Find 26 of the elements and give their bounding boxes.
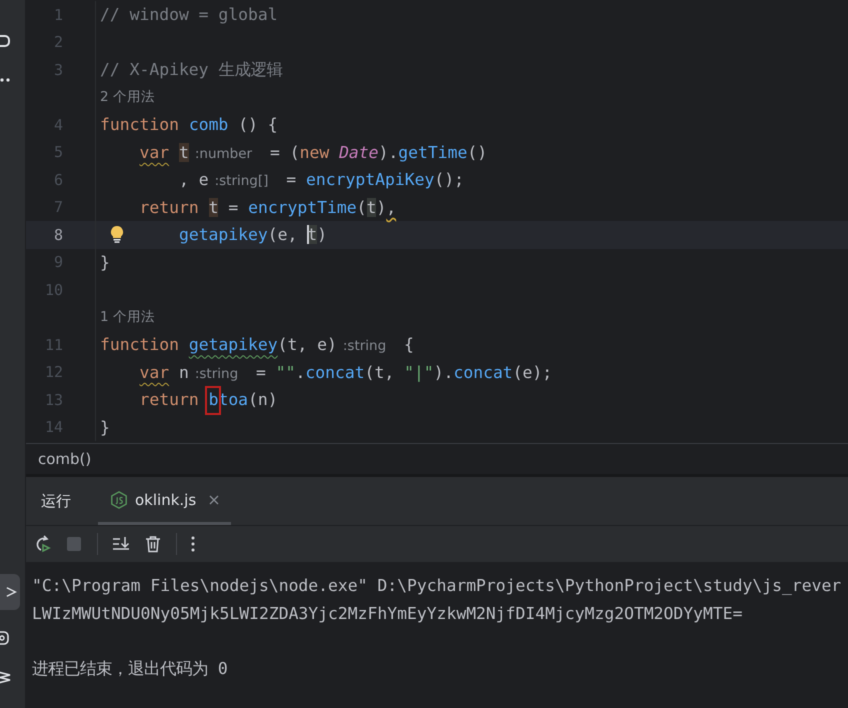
code-line: var t :number = (new Date).getTime() [138, 142, 488, 162]
console-line: "C:\Program Files\nodejs\node.exe" D:\PycharmProjects\PythonProject\study\js_rever [32, 575, 842, 597]
hexagon-icon [110, 490, 128, 508]
code-line: var n :string = "".concat(t, "|").concat(e); [138, 362, 552, 382]
more-icon[interactable] [0, 78, 12, 82]
code-line: // X-Apikey 生成逻辑 [100, 58, 282, 81]
more-options-icon[interactable] [191, 535, 195, 553]
run-icon[interactable] [0, 574, 20, 610]
panel-title: 运行 [41, 492, 71, 510]
usage-hint[interactable]: 2 个用法 [100, 88, 155, 106]
code-line: function getapikey(t, e) :string { [100, 335, 414, 354]
scroll-to-end-icon[interactable] [112, 535, 130, 553]
code-line: } [100, 252, 110, 272]
console-line: 进程已结束，退出代码为 0 [32, 658, 229, 680]
code-line: function comb () { [100, 115, 278, 134]
code-line: } [100, 418, 110, 437]
lightbulb-icon[interactable] [110, 225, 124, 243]
code-line: // window = global [100, 5, 278, 24]
console-line: LWIzMWUtNDU0Ny05Mjk5LWI2ZDA3Yjc2MzFhYmEyYzkwM2NjfDI4MjcyMzg2OTM2ODYyMTE= [32, 602, 744, 624]
breadcrumb[interactable]: comb() [38, 450, 92, 468]
code-line: return t = encryptTime(t), [138, 198, 396, 217]
line-number: 8 [52, 226, 63, 244]
trash-icon[interactable] [144, 535, 162, 553]
code-line: , e :string[] = encryptApiKey(); [178, 170, 464, 190]
usage-hint[interactable]: 1 个用法 [100, 308, 155, 326]
close-icon[interactable] [209, 494, 220, 504]
